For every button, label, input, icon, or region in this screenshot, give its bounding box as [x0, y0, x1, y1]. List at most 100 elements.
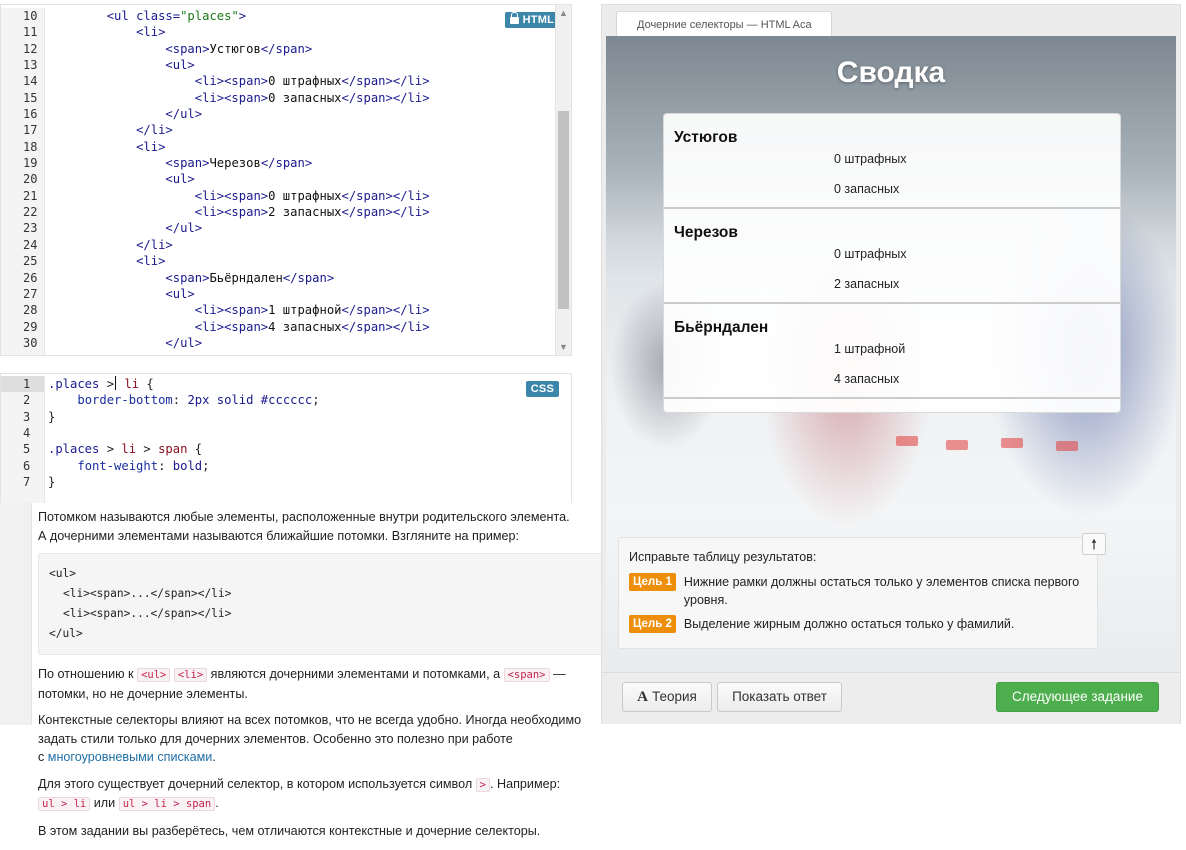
- task-panel: Исправьте таблицу результатов: Цель 1 Ни…: [618, 537, 1098, 649]
- line-number: 26: [23, 270, 38, 285]
- goal-text: Выделение жирным должно остаться только …: [683, 617, 1015, 631]
- example-line: <li><span>...</span></li>: [63, 607, 232, 620]
- code-token: </li>: [136, 123, 173, 138]
- code-line[interactable]: <li>: [48, 253, 555, 269]
- code-token: Устюгов: [209, 41, 261, 56]
- code-line[interactable]: </ul>: [48, 220, 555, 236]
- line-number: 24: [23, 237, 38, 252]
- code-token: </span></li>: [341, 74, 430, 89]
- html-editor[interactable]: 10 11 12 13 14 15 16 17 18 19 20 21 22 23 24 25 26 27 28 29…: [0, 4, 572, 356]
- code-line[interactable]: <li><span>0 штрафных</span></li>: [48, 188, 555, 204]
- inline-code: ul > li: [38, 797, 91, 811]
- code-line[interactable]: <ul>: [48, 57, 555, 73]
- example-line: <ul>: [49, 567, 76, 580]
- theory-text-span: задать стили только для дочерних элемент…: [38, 731, 513, 746]
- theory-text-span: являются дочерними элементами и потомкам…: [207, 667, 504, 681]
- code-line[interactable]: <li><span>2 запасных</span></li>: [48, 204, 555, 220]
- theory-text-span: . Например:: [490, 776, 561, 791]
- line-number: 6: [23, 458, 31, 473]
- theory-paragraph-5: В этом задании вы разберётесь, чем отлич…: [38, 823, 541, 838]
- team-name: Бьёрндален: [674, 319, 769, 336]
- scroll-up-arrow-icon[interactable]: ▲: [556, 5, 571, 21]
- code-token: >: [106, 442, 122, 457]
- css-editor[interactable]: 123 456 7 .places > li { border-bottom: 2p…: [0, 373, 572, 503]
- multilevel-lists-link[interactable]: многоуровневыми списками: [48, 750, 212, 764]
- code-token: class=: [136, 9, 181, 23]
- code-line[interactable]: <span>Черезов</span>: [48, 155, 555, 171]
- code-token: <span>: [165, 270, 210, 285]
- code-line[interactable]: </li>: [48, 237, 555, 253]
- line-number: 15: [23, 90, 38, 105]
- summary-title: Сводка: [836, 56, 946, 89]
- preview-stage: Сводка Устюгов 0 штрафных 0 запасных Чер…: [606, 36, 1176, 672]
- code-token: ;: [202, 458, 210, 473]
- code-line[interactable]: <li><span>0 запасных</span></li>: [48, 90, 555, 106]
- code-line[interactable]: [48, 425, 555, 441]
- code-line[interactable]: <span>Устюгов</span>: [48, 41, 555, 57]
- html-editor-scrollbar[interactable]: ▲ ▼: [555, 5, 571, 355]
- code-line[interactable]: <span>Бьёрндален</span>: [48, 270, 555, 286]
- team-stat: 4 запасных: [834, 372, 900, 386]
- code-line[interactable]: <ul>: [48, 171, 555, 187]
- theory-button[interactable]: A Теория: [622, 682, 712, 712]
- line-number: 16: [23, 107, 38, 122]
- code-line[interactable]: font-weight: bold;: [48, 458, 555, 474]
- theory-paragraph-1: Потомком называются любые элементы, расп…: [38, 508, 610, 545]
- inline-code: <ul>: [137, 668, 171, 682]
- code-line[interactable]: <li><span>1 штрафной</span></li>: [48, 302, 555, 318]
- code-token: {: [139, 377, 154, 391]
- line-number: 14: [23, 74, 38, 89]
- code-line[interactable]: </ul>: [48, 106, 555, 122]
- code-line[interactable]: border-bottom: 2px solid #cccccc;: [48, 392, 555, 408]
- code-line[interactable]: <ul>: [48, 286, 555, 302]
- left-gutter-strip: [0, 503, 32, 725]
- line-number: 4: [23, 426, 31, 441]
- inline-code: >: [475, 777, 490, 792]
- theory-text-span: или: [90, 796, 119, 810]
- css-code-area[interactable]: .places > li { border-bottom: 2px solid …: [48, 376, 555, 490]
- show-answer-button[interactable]: Показать ответ: [717, 682, 842, 712]
- preview-tab[interactable]: Дочерние селекторы — HTML Aca: [616, 11, 832, 37]
- code-line[interactable]: .places > li {: [48, 376, 555, 392]
- code-token: <ul>: [165, 58, 195, 73]
- code-line[interactable]: <li>: [48, 139, 555, 155]
- code-token: </li>: [136, 237, 173, 252]
- code-line[interactable]: .places > li > span {: [48, 441, 555, 457]
- html-code-area[interactable]: <ul class="places"> <li> <span>Устюгов</…: [48, 8, 555, 351]
- scroll-down-arrow-icon[interactable]: ▼: [556, 339, 571, 355]
- code-token: </span></li>: [341, 188, 430, 203]
- goal-item: Цель 2 Выделение жирным должно остаться …: [629, 615, 1089, 633]
- theory-text-span: с: [38, 750, 48, 764]
- example-line: <li><span>...</span></li>: [63, 587, 232, 600]
- next-task-button[interactable]: Следующее задание: [996, 682, 1159, 712]
- code-token: }: [48, 409, 56, 424]
- code-line[interactable]: <ul class="places">: [48, 8, 555, 24]
- code-token: 4 запасных: [268, 319, 342, 334]
- line-number: 30: [23, 335, 38, 350]
- code-line[interactable]: <li>: [48, 24, 555, 40]
- code-line[interactable]: <li><span>0 штрафных</span></li>: [48, 73, 555, 89]
- team-stat: 0 запасных: [834, 182, 900, 196]
- code-line[interactable]: <li><span>4 запасных</span></li>: [48, 319, 555, 335]
- goal-text: Нижние рамки должны остаться только у эл…: [683, 575, 1080, 607]
- html-badge-label: HTML: [522, 14, 554, 26]
- code-line[interactable]: }: [48, 409, 555, 425]
- line-number: 10: [23, 9, 38, 23]
- code-token: border-bottom: [77, 393, 173, 408]
- lock-icon: [509, 11, 519, 25]
- code-line[interactable]: </ul>: [48, 335, 555, 351]
- inline-code: ul > li > span: [118, 797, 216, 811]
- code-line[interactable]: }: [48, 474, 555, 490]
- collapse-arrow-up-icon[interactable]: 🠕: [1082, 533, 1106, 555]
- code-token: Бьёрндален: [209, 270, 283, 285]
- code-token: bold: [172, 458, 203, 473]
- code-token: }: [48, 475, 56, 490]
- goal-label: Цель 2: [629, 615, 676, 633]
- scrollbar-thumb[interactable]: [558, 111, 569, 309]
- code-line[interactable]: </li>: [48, 122, 555, 138]
- line-number: 20: [23, 172, 38, 187]
- text-cursor: [115, 376, 117, 390]
- code-token: >: [136, 442, 159, 457]
- code-token: </span>: [260, 156, 313, 171]
- line-number: 1: [1, 376, 44, 393]
